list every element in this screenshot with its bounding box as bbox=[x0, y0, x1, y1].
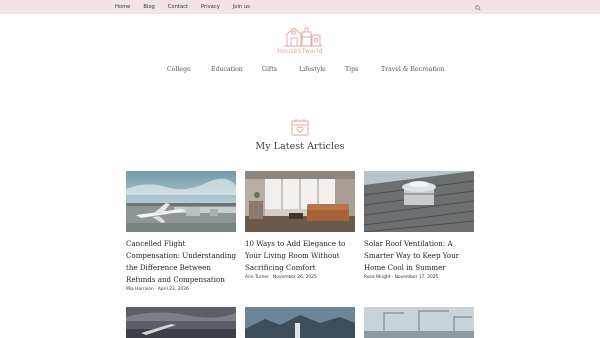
article-date: November 17, 2025 bbox=[394, 275, 439, 280]
article-card: Solar Roof Ventilation: A Smarter Way to… bbox=[364, 171, 474, 280]
top-nav-home[interactable]: Home bbox=[115, 3, 130, 11]
category-college[interactable]: College bbox=[167, 66, 191, 73]
article-title[interactable]: Solar Roof Ventilation: A Smarter Way to… bbox=[364, 238, 476, 274]
article-meta: Rose Wright · November 17, 2025 bbox=[364, 275, 439, 280]
top-nav-blog[interactable]: Blog bbox=[143, 3, 154, 11]
article-meta: Ann Turner · November 26, 2025 bbox=[245, 275, 317, 280]
article-card: 10 Ways to Add Elegance to Your Living R… bbox=[245, 171, 355, 280]
article-card bbox=[245, 307, 355, 338]
top-nav-join-us[interactable]: Join us bbox=[233, 3, 250, 11]
top-nav-privacy[interactable]: Privacy bbox=[201, 3, 220, 11]
article-image[interactable] bbox=[364, 307, 474, 338]
article-date: April 23, 2026 bbox=[157, 287, 189, 292]
article-author[interactable]: Rose Wright bbox=[364, 275, 390, 280]
category-travel-recreation[interactable]: Travel & Recreation bbox=[381, 66, 445, 73]
article-image[interactable] bbox=[364, 171, 474, 232]
search-button[interactable] bbox=[473, 3, 482, 12]
logo-text: HouseSTwarld bbox=[277, 48, 323, 55]
article-meta: Mia Harrison · April 23, 2026 bbox=[126, 287, 189, 292]
article-card: Cancelled Flight Compensation: Understan… bbox=[126, 171, 236, 292]
article-image[interactable] bbox=[245, 171, 355, 232]
top-bar: Home Blog Contact Privacy Join us bbox=[0, 0, 600, 14]
category-gifts[interactable]: Gifts bbox=[262, 66, 277, 73]
category-education[interactable]: Education bbox=[211, 66, 243, 73]
top-nav-contact[interactable]: Contact bbox=[168, 3, 188, 11]
category-lifestyle[interactable]: Lifestyle bbox=[299, 66, 326, 73]
section-title: My Latest Articles bbox=[255, 141, 345, 152]
category-tips[interactable]: Tips bbox=[345, 66, 358, 73]
article-title[interactable]: Cancelled Flight Compensation: Understan… bbox=[126, 238, 238, 286]
article-author[interactable]: Ann Turner bbox=[245, 275, 269, 280]
article-image[interactable] bbox=[126, 171, 236, 232]
calendar-heart-icon bbox=[291, 119, 309, 136]
article-card bbox=[126, 307, 236, 338]
category-nav: College Education Gifts Lifestyle Tips T… bbox=[0, 66, 600, 76]
article-title[interactable]: 10 Ways to Add Elegance to Your Living R… bbox=[245, 238, 357, 274]
search-icon bbox=[474, 4, 481, 11]
article-card bbox=[364, 307, 474, 338]
article-author[interactable]: Mia Harrison bbox=[126, 287, 154, 292]
article-image[interactable] bbox=[126, 307, 236, 338]
article-image[interactable] bbox=[245, 307, 355, 338]
top-nav: Home Blog Contact Privacy Join us bbox=[115, 3, 263, 11]
house-logo-icon bbox=[284, 27, 322, 47]
article-date: November 26, 2025 bbox=[272, 275, 317, 280]
site-logo[interactable]: HouseSTwarld bbox=[272, 24, 328, 58]
